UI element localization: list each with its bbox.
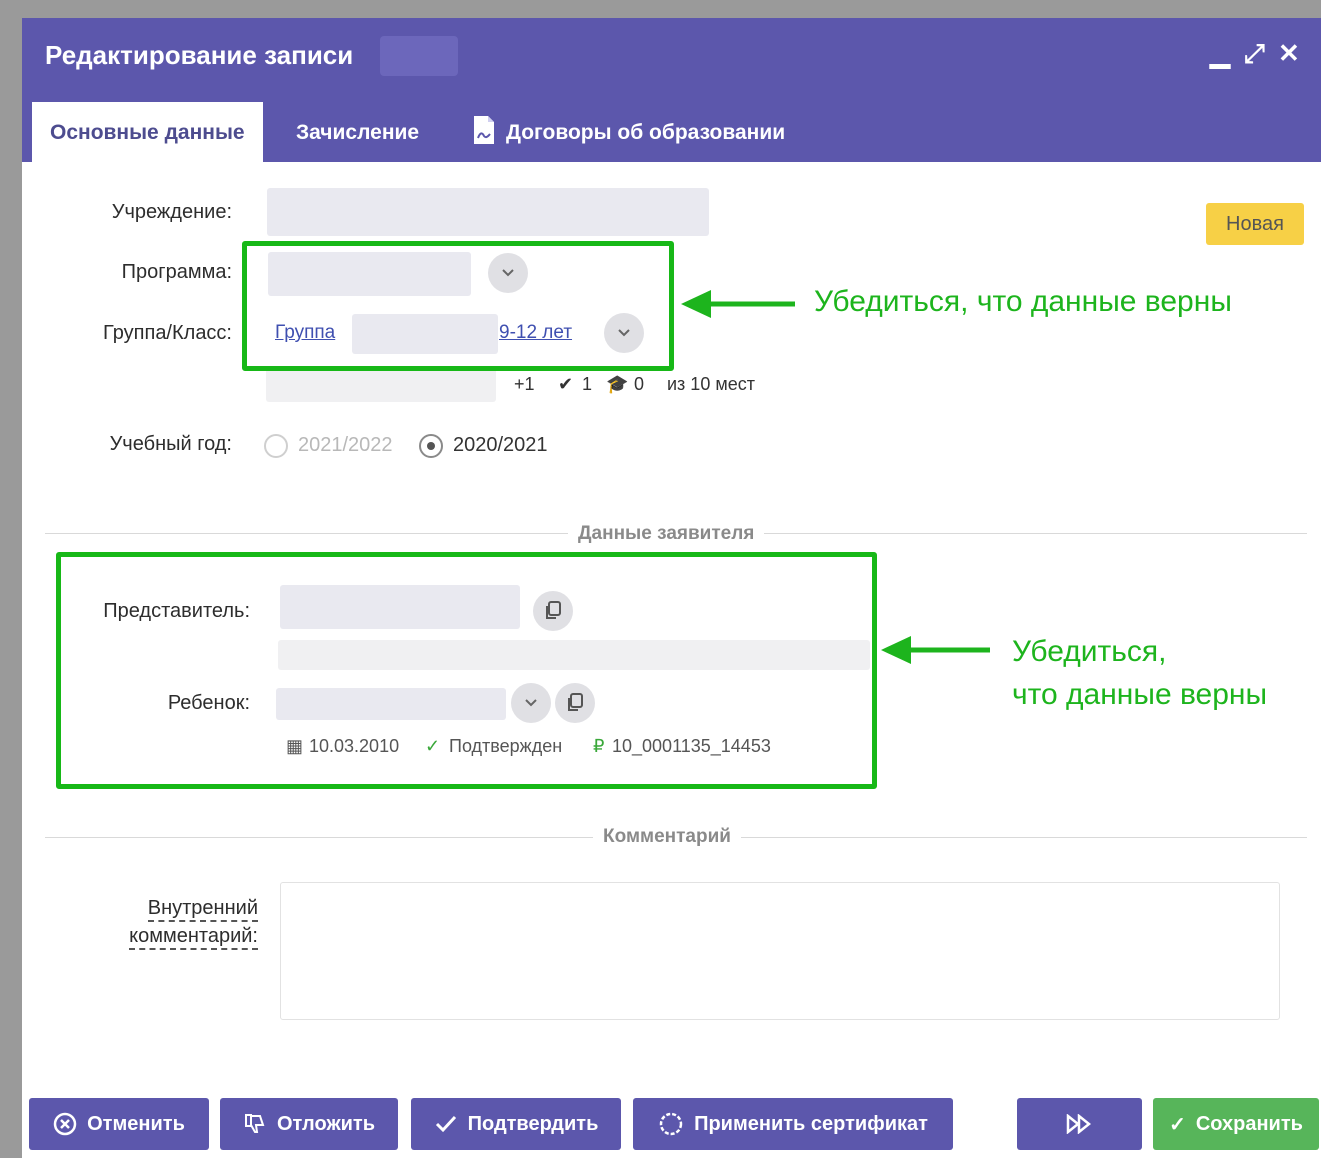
confirm-button[interactable]: Подтвердить — [411, 1098, 621, 1150]
academic-year-label: Учебный год: — [109, 433, 232, 455]
arrow-left-icon — [681, 290, 795, 318]
group-label: Группа/Класс: — [103, 322, 232, 344]
certificate-badge-icon — [659, 1112, 683, 1136]
dialog-title: Редактирование записи — [45, 40, 354, 70]
postpone-label: Отложить — [276, 1112, 376, 1135]
internal-comment-textarea[interactable] — [280, 882, 1280, 1020]
institution-label: Учреждение: — [111, 201, 232, 223]
annotation-note-2-line2: что данные верны — [1012, 678, 1268, 711]
enrolled-count: 0 — [634, 374, 645, 394]
thumbs-down-icon — [244, 1114, 265, 1133]
graduation-cap-icon: 🎓 — [606, 374, 629, 394]
comment-section-title: Комментарий — [593, 826, 741, 848]
cancel-circle-icon — [53, 1112, 77, 1136]
tab-contracts[interactable]: Договоры об образовании — [454, 102, 803, 162]
apply-certificate-label: Применить сертификат — [694, 1112, 928, 1135]
applicant-section-title: Данные заявителя — [568, 523, 765, 545]
institution-value — [267, 188, 709, 236]
year-2021-2022-radio[interactable] — [264, 434, 288, 458]
close-icon[interactable]: ✕ — [1278, 38, 1300, 68]
annotation-note-2-line1: Убедиться, — [1012, 635, 1167, 668]
tab-enrollment[interactable]: Зачисление — [278, 102, 437, 162]
save-button[interactable]: ✓ Сохранить — [1153, 1098, 1319, 1150]
year-2020-2021-label: 2020/2021 — [453, 434, 548, 456]
document-icon — [474, 116, 494, 145]
status-badge: Новая — [1206, 203, 1304, 245]
minimize-icon[interactable]: ▁ — [1210, 38, 1230, 68]
internal-comment-label-line2: комментарий: — [129, 924, 258, 950]
tab-contracts-label: Договоры об образовании — [506, 121, 786, 144]
cancel-label: Отменить — [87, 1112, 185, 1135]
year-2020-2021-radio[interactable] — [419, 434, 443, 458]
check-icon: ✔ — [558, 374, 574, 394]
arrow-left-icon — [881, 636, 990, 664]
cancel-button[interactable]: Отменить — [29, 1098, 209, 1150]
internal-comment-label-line1: Внутренний — [147, 896, 258, 922]
apply-certificate-button[interactable]: Применить сертификат — [633, 1098, 953, 1150]
tab-main-data[interactable]: Основные данные — [32, 102, 263, 162]
fast-forward-icon — [1066, 1114, 1091, 1134]
check-icon: ✓ — [1169, 1113, 1186, 1136]
edit-record-dialog: Редактирование записи ▁ ⤢ ✕ Основные дан… — [22, 18, 1321, 1158]
group-info-redacted — [266, 368, 496, 402]
postpone-button[interactable]: Отложить — [220, 1098, 398, 1150]
confirmed-count: 1 — [582, 374, 593, 394]
title-redacted — [380, 36, 458, 76]
save-label: Сохранить — [1195, 1112, 1303, 1135]
annotation-note-1: Убедиться, что данные верны — [814, 285, 1232, 318]
places-total: из 10 мест — [667, 374, 755, 394]
dialog-header: Редактирование записи ▁ ⤢ ✕ Основные дан… — [22, 18, 1321, 162]
maximize-icon[interactable]: ⤢ — [1244, 38, 1265, 68]
year-2021-2022-label: 2021/2022 — [298, 434, 393, 456]
confirm-label: Подтвердить — [467, 1112, 599, 1135]
program-label: Программа: — [121, 261, 232, 283]
annotation-box-applicant — [56, 552, 877, 789]
forward-button[interactable] — [1017, 1098, 1142, 1150]
check-icon — [435, 1115, 456, 1133]
annotation-box-group — [242, 241, 674, 371]
applications-count: +1 — [514, 374, 535, 394]
